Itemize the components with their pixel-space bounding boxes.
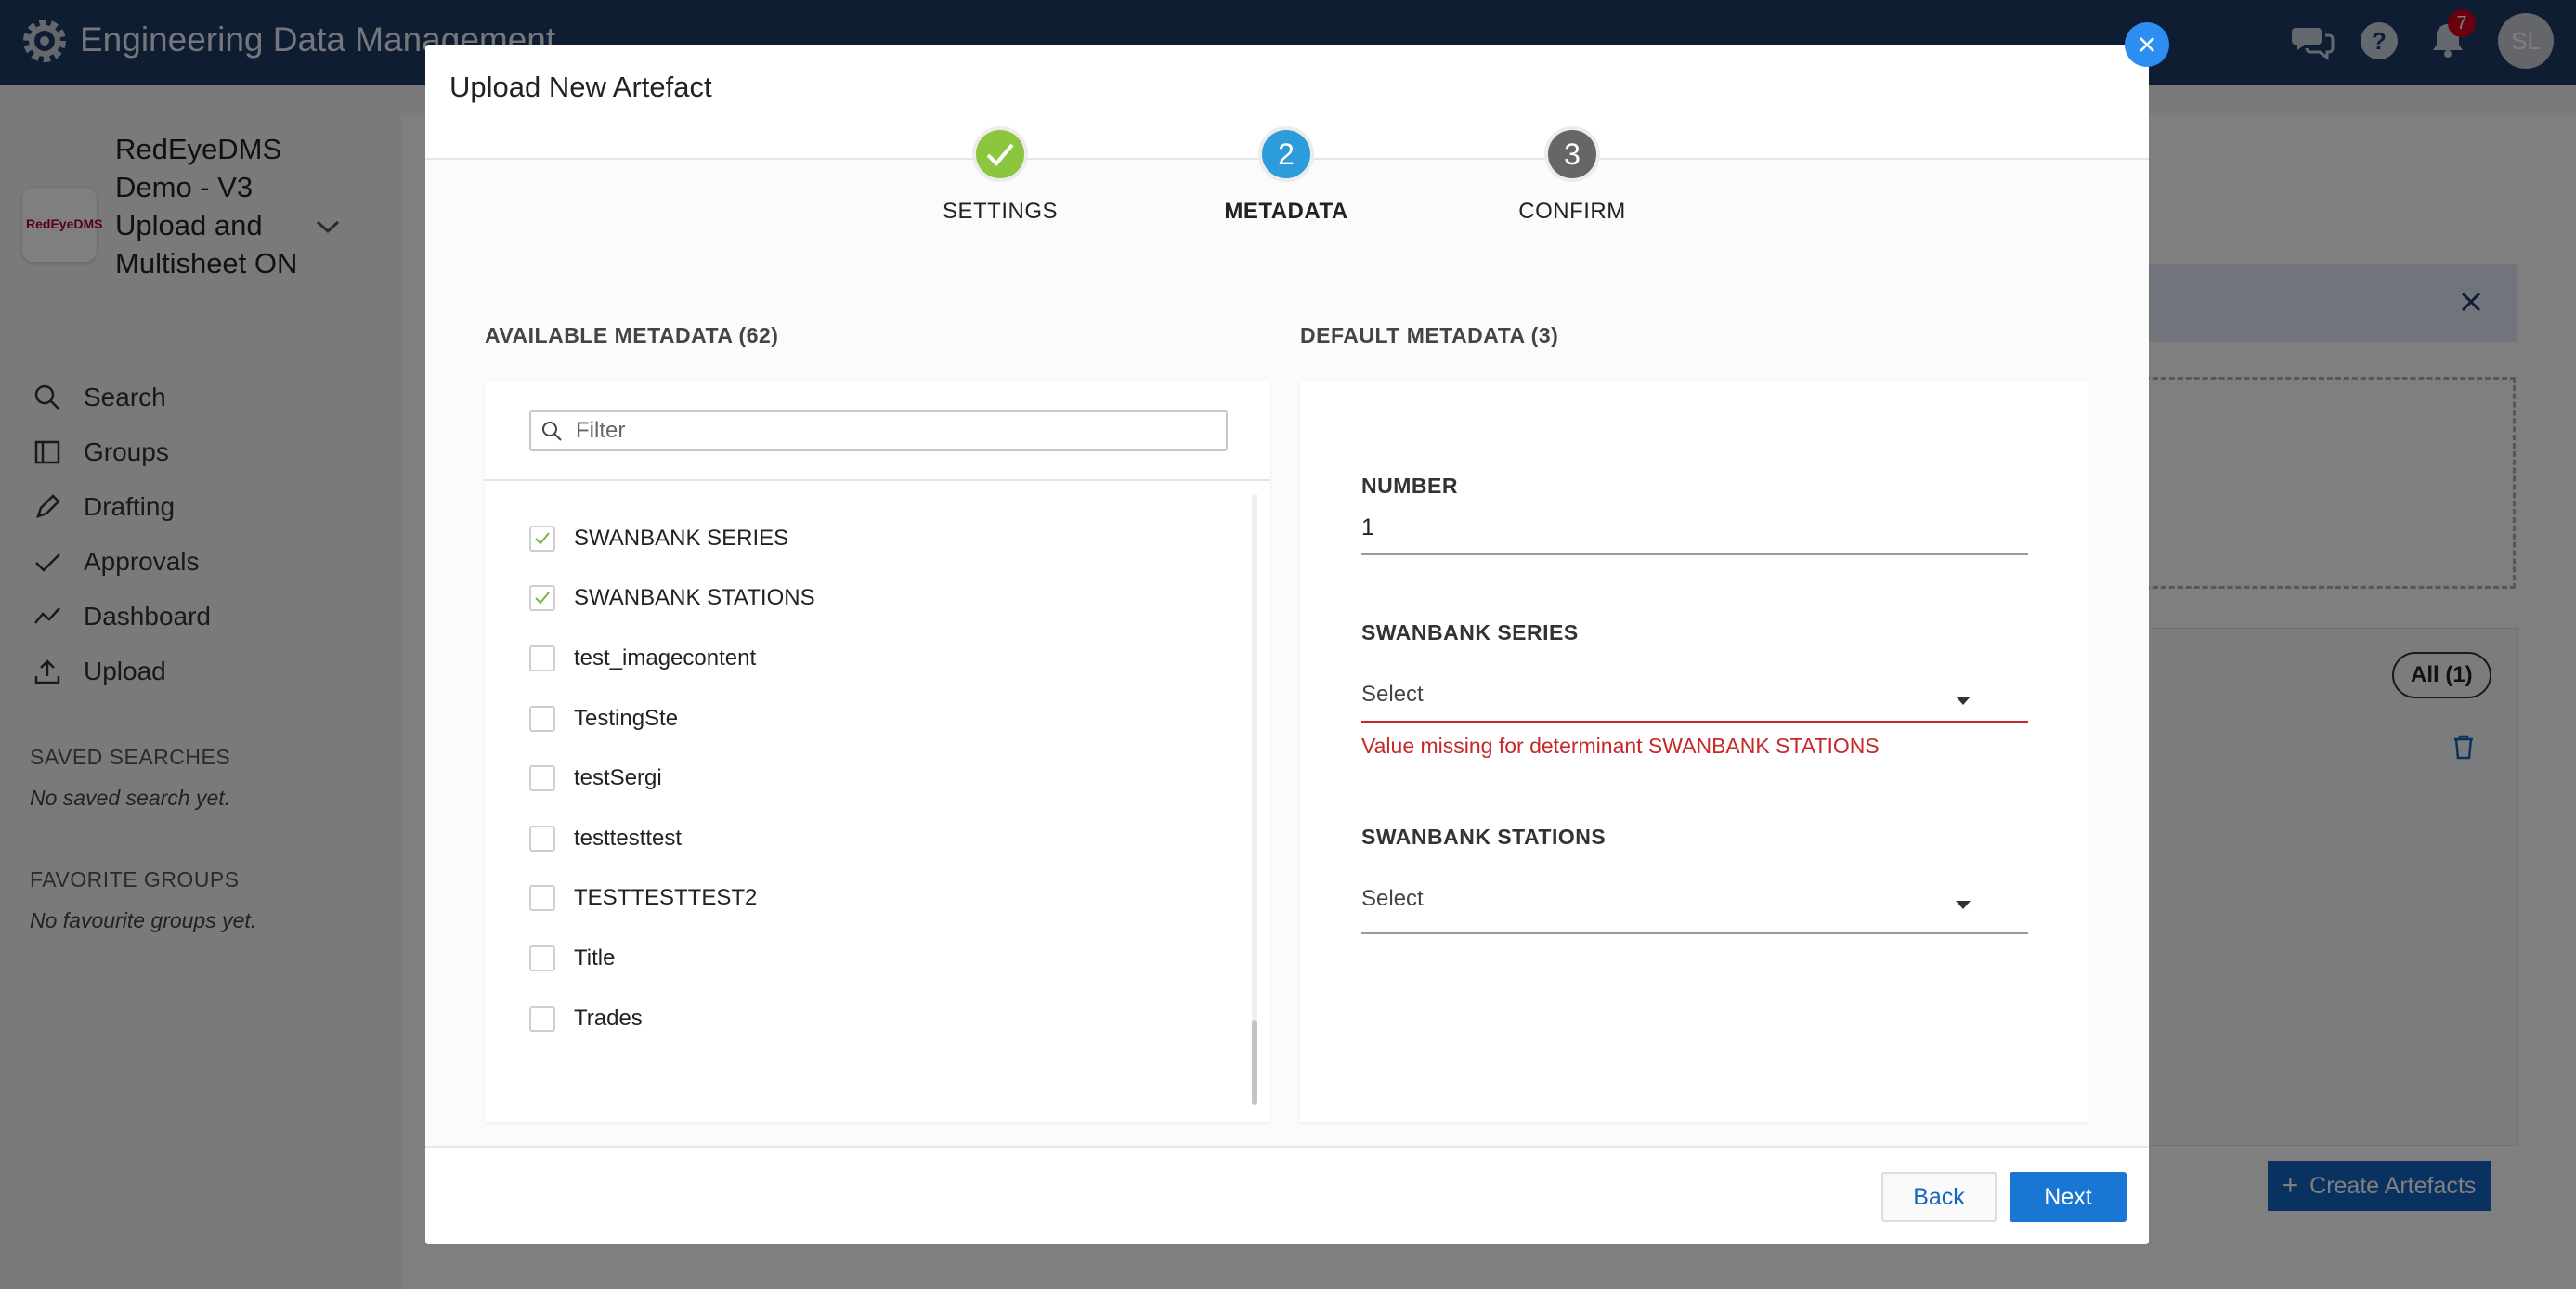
modal-title: Upload New Artefact xyxy=(449,71,712,103)
metadata-item-label: Trades xyxy=(574,1006,643,1031)
checkmark-icon xyxy=(535,592,550,605)
metadata-item[interactable]: SWANBANK STATIONS xyxy=(529,581,815,615)
filter-box xyxy=(529,410,1228,451)
swanbank-stations-underline xyxy=(1361,932,2028,934)
swanbank-series-underline xyxy=(1361,721,2028,723)
step-number: 3 xyxy=(1564,137,1581,171)
close-icon xyxy=(2140,37,2154,52)
metadata-item[interactable]: Title xyxy=(529,942,615,975)
step-done-circle xyxy=(972,126,1028,182)
checkmark-icon xyxy=(986,143,1014,166)
filter-input[interactable] xyxy=(574,416,1218,446)
number-field[interactable]: 1 xyxy=(1361,514,1374,541)
step-label: SETTINGS xyxy=(942,199,1058,224)
scrollbar-thumb[interactable] xyxy=(1252,1020,1257,1105)
divider xyxy=(485,479,1270,481)
caret-down-icon[interactable] xyxy=(1954,899,1972,910)
available-metadata-panel: SWANBANK SERIES SWANBANK STATIONS test_i… xyxy=(485,381,1270,1122)
metadata-item[interactable]: TESTTESTTEST2 xyxy=(529,881,757,915)
swanbank-series-error: Value missing for determinant SWANBANK S… xyxy=(1361,734,1880,758)
metadata-item[interactable]: testtesttest xyxy=(529,822,682,855)
checkmark-icon xyxy=(535,532,550,545)
modal-close-button[interactable] xyxy=(2125,22,2169,67)
checkbox[interactable] xyxy=(529,706,555,732)
back-button[interactable]: Back xyxy=(1881,1172,1997,1222)
number-field-underline xyxy=(1361,553,2028,555)
default-metadata-panel: NUMBER 1 SWANBANK SERIES Select Value mi… xyxy=(1300,381,2088,1122)
metadata-item[interactable]: Trades xyxy=(529,1002,643,1035)
checkbox[interactable] xyxy=(529,1006,555,1032)
checkbox[interactable] xyxy=(529,945,555,971)
metadata-item[interactable]: TestingSte xyxy=(529,702,678,736)
metadata-item-label: TestingSte xyxy=(574,706,679,731)
step-metadata[interactable]: 2 METADATA xyxy=(1193,126,1379,225)
metadata-item-label: test_imagecontent xyxy=(574,645,757,671)
metadata-item-label: TESTTESTTEST2 xyxy=(574,885,758,910)
next-button[interactable]: Next xyxy=(2010,1172,2127,1222)
step-number: 2 xyxy=(1278,137,1295,171)
step-label: CONFIRM xyxy=(1518,199,1626,224)
checkbox-checked[interactable] xyxy=(529,526,555,552)
swanbank-series-select[interactable]: Select xyxy=(1361,682,1424,708)
checkbox[interactable] xyxy=(529,645,555,671)
metadata-item[interactable]: SWANBANK SERIES xyxy=(529,522,788,555)
upload-modal: Upload New Artefact SETTINGS 2 METADATA … xyxy=(425,45,2149,1244)
metadata-item-label: testSergi xyxy=(574,765,662,790)
scrollbar-track[interactable] xyxy=(1252,494,1257,1070)
metadata-item-label: Title xyxy=(574,945,616,970)
search-icon xyxy=(542,422,562,441)
metadata-item-label: SWANBANK STATIONS xyxy=(574,585,815,610)
checkbox-checked[interactable] xyxy=(529,585,555,611)
step-settings[interactable]: SETTINGS xyxy=(907,126,1093,225)
metadata-item[interactable]: test_imagecontent xyxy=(529,642,756,675)
metadata-item[interactable]: testSergi xyxy=(529,762,662,795)
default-metadata-title: DEFAULT METADATA (3) xyxy=(1300,323,1559,347)
step-label: METADATA xyxy=(1224,199,1348,224)
metadata-item-label: testtesttest xyxy=(574,826,683,851)
step-pending-circle: 3 xyxy=(1544,126,1600,182)
step-confirm[interactable]: 3 CONFIRM xyxy=(1479,126,1665,225)
swanbank-stations-label: SWANBANK STATIONS xyxy=(1361,825,1607,849)
checkbox[interactable] xyxy=(529,885,555,911)
available-metadata-title: AVAILABLE METADATA (62) xyxy=(485,323,779,347)
caret-down-icon[interactable] xyxy=(1954,695,1972,706)
checkbox[interactable] xyxy=(529,765,555,791)
checkbox[interactable] xyxy=(529,826,555,852)
swanbank-series-label: SWANBANK SERIES xyxy=(1361,620,1579,644)
metadata-item-label: SWANBANK SERIES xyxy=(574,526,789,551)
step-active-circle: 2 xyxy=(1258,126,1314,182)
number-field-label: NUMBER xyxy=(1361,474,1458,498)
swanbank-stations-select[interactable]: Select xyxy=(1361,886,1424,912)
